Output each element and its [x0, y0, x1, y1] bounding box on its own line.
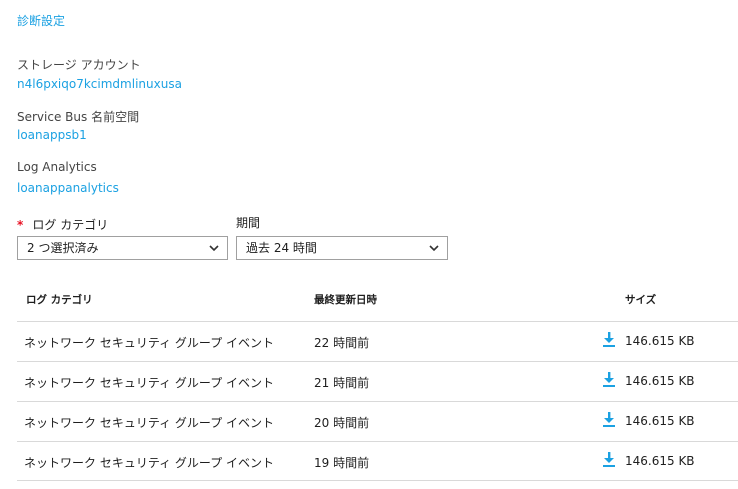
row-size: 146.615 KB	[625, 334, 695, 348]
row-category: ネットワーク セキュリティ グループ イベント	[24, 456, 275, 470]
table-row[interactable]: ネットワーク セキュリティ グループ イベント 19 時間前 146.615 K…	[17, 441, 738, 481]
table-row[interactable]: ネットワーク セキュリティ グループ イベント 22 時間前 146.615 K…	[17, 321, 738, 361]
service-bus-link[interactable]: loanappsb1	[17, 128, 87, 142]
row-last-updated: 21 時間前	[314, 376, 370, 390]
download-icon[interactable]	[602, 332, 616, 348]
category-filter-label: ログ カテゴリ	[32, 218, 109, 232]
period-dropdown-value: 過去 24 時間	[246, 241, 317, 255]
diagnostic-settings-link[interactable]: 診断設定	[17, 12, 65, 29]
row-size: 146.615 KB	[625, 374, 695, 388]
log-analytics-label: Log Analytics	[17, 160, 97, 174]
download-icon[interactable]	[602, 372, 616, 388]
storage-account-link[interactable]: n4l6pxiqo7kcimdmlinuxusa	[17, 77, 182, 91]
category-filter-label-group: * ログ カテゴリ	[17, 214, 108, 233]
row-last-updated: 20 時間前	[314, 416, 370, 430]
storage-account-label: ストレージ アカウント	[17, 58, 141, 72]
download-icon[interactable]	[602, 452, 616, 468]
required-marker: *	[17, 218, 24, 232]
column-header-size[interactable]: サイズ	[625, 292, 656, 307]
chevron-down-icon	[429, 245, 439, 252]
row-size: 146.615 KB	[625, 454, 695, 468]
chevron-down-icon	[209, 245, 219, 252]
row-category: ネットワーク セキュリティ グループ イベント	[24, 336, 275, 350]
table-row[interactable]: ネットワーク セキュリティ グループ イベント 21 時間前 146.615 K…	[17, 361, 738, 401]
row-size: 146.615 KB	[625, 414, 695, 428]
row-last-updated: 19 時間前	[314, 456, 370, 470]
row-category: ネットワーク セキュリティ グループ イベント	[24, 376, 275, 390]
category-dropdown[interactable]: 2 つ選択済み	[17, 236, 228, 260]
column-header-category[interactable]: ログ カテゴリ	[26, 292, 93, 307]
row-category: ネットワーク セキュリティ グループ イベント	[24, 416, 275, 430]
log-analytics-link[interactable]: loanappanalytics	[17, 181, 119, 195]
category-dropdown-value: 2 つ選択済み	[27, 241, 99, 255]
download-icon[interactable]	[602, 412, 616, 428]
row-last-updated: 22 時間前	[314, 336, 370, 350]
column-header-last-updated[interactable]: 最終更新日時	[314, 292, 377, 307]
service-bus-label: Service Bus 名前空間	[17, 110, 140, 124]
table-row[interactable]: ネットワーク セキュリティ グループ イベント 20 時間前 146.615 K…	[17, 401, 738, 441]
period-dropdown[interactable]: 過去 24 時間	[236, 236, 448, 260]
period-filter-label: 期間	[236, 216, 261, 230]
